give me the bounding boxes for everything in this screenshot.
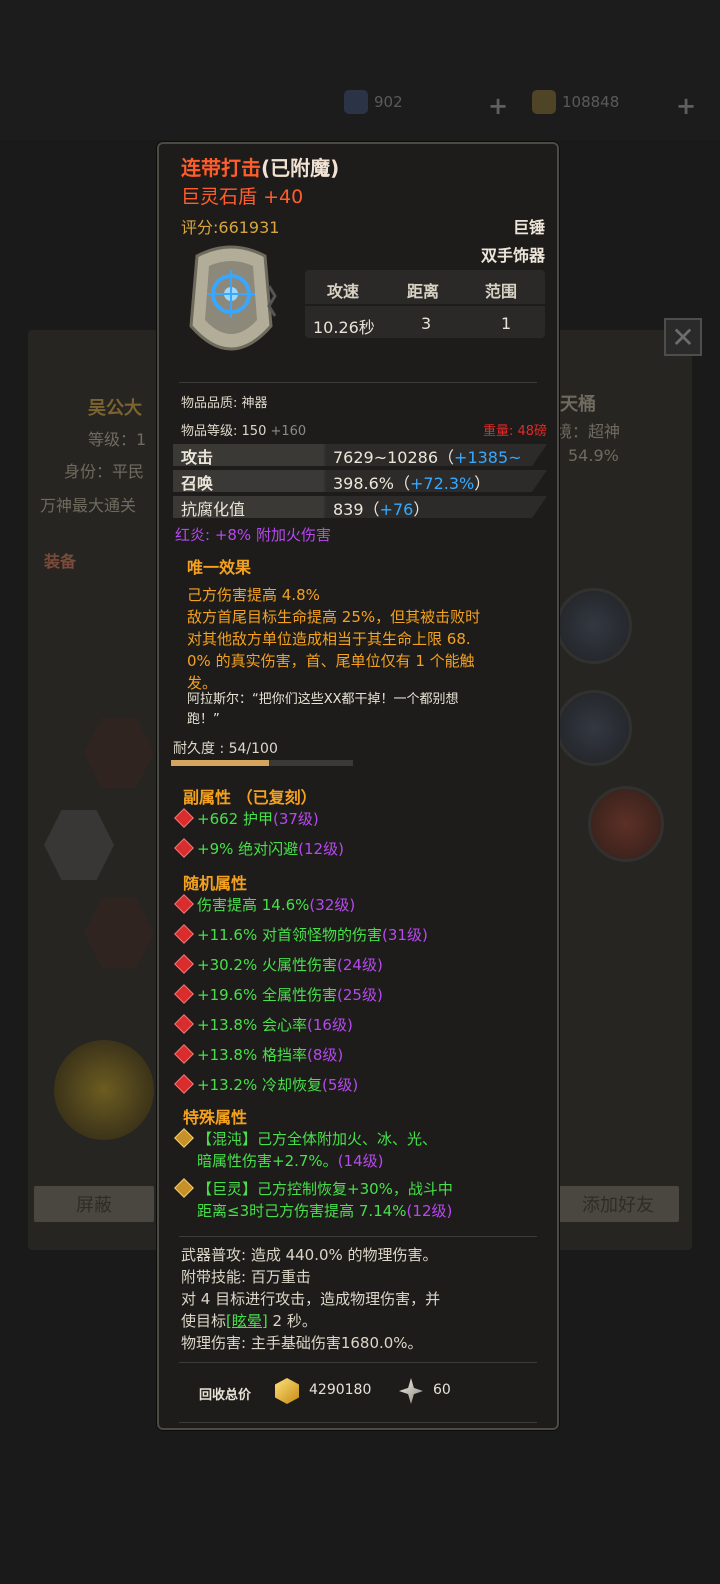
random-attr-row: +30.2% 火属性伤害(24级) — [174, 954, 383, 975]
player-identity: 身份：平民 — [64, 462, 145, 481]
item-quality: 物品品质: 神器 — [181, 396, 268, 411]
block-button[interactable]: 屏蔽 — [34, 1186, 154, 1222]
item-name: 巨灵石盾 +40 — [181, 186, 304, 208]
durability-label: 耐久度 : 54/100 — [173, 741, 278, 757]
shield-icon — [183, 236, 279, 376]
random-attr-row: 伤害提高 14.6%(32级) — [174, 894, 355, 915]
random-attr-title: 随机属性 — [183, 874, 248, 893]
special-attr-title: 特殊属性 — [183, 1108, 248, 1127]
white-crystal-icon — [399, 1378, 423, 1404]
special-attr-row: 【混沌】己方全体附加火、冰、光、 暗属性伤害+2.7%。(14级) — [174, 1128, 437, 1172]
sub-attr-title: 副属性 （已复刻） — [183, 788, 317, 807]
random-attr-row: +13.8% 格挡率(8级) — [174, 1044, 343, 1065]
realm-percent: 54.9% — [568, 446, 619, 465]
item-tooltip: 连带打击(已附魔) 巨灵石盾 +40 评分:661931 巨锤 双手饰器 攻速 … — [157, 142, 559, 1430]
recycle-label: 回收总价 — [199, 1388, 252, 1403]
durability-fill — [171, 760, 270, 766]
stun-link[interactable]: [眩晕] — [226, 1312, 268, 1330]
flavor-quote: 阿拉斯尔：“把你们这些XX都干掉！一个都别想 跑！” — [187, 692, 459, 727]
currency-gold: 108848 — [532, 90, 619, 114]
recycle-row: 回收总价 4290180 60 — [171, 1362, 543, 1420]
header-distance: 距离 — [407, 282, 440, 301]
gem-icon — [174, 954, 194, 974]
gem-icon — [174, 1178, 194, 1198]
gold-icon — [532, 90, 556, 114]
item-weight: 重量: 48磅 — [482, 424, 547, 439]
gem-icon — [174, 1014, 194, 1034]
unique-effect-text: 己方伤害提高 4.8% 敌方首尾目标生命提高 25%，但其被击败时 对其他敌方单… — [187, 586, 481, 692]
player-title: 万神最大通关 — [40, 496, 137, 515]
value-distance: 3 — [421, 314, 432, 333]
value-speed: 10.26秒 — [313, 318, 375, 337]
fire-bonus: 红炎: +8% 附加火伤害 — [175, 526, 331, 544]
sub-attr-row: +9% 绝对闪避(12级) — [174, 838, 344, 859]
guild-name: 天桶 — [560, 394, 596, 415]
sub-attr-row: +662 护甲(37级) — [174, 808, 319, 829]
player-level: 等级：1 — [88, 430, 147, 449]
durability-bar — [171, 760, 353, 766]
gem-icon — [174, 1074, 194, 1094]
value-range: 1 — [501, 314, 512, 333]
gem-icon — [174, 838, 194, 858]
random-attr-row: +13.8% 会心率(16级) — [174, 1014, 353, 1035]
add-gold-button[interactable]: + — [676, 92, 696, 120]
header-range: 范围 — [485, 282, 518, 301]
enchant-name: 连带打击(已附魔) — [181, 156, 340, 180]
random-attr-row: +19.6% 全属性伤害(25级) — [174, 984, 383, 1005]
top-bar — [0, 0, 720, 140]
item-slot: 双手饰器 — [480, 246, 545, 265]
divider — [179, 1422, 537, 1423]
divider — [179, 382, 537, 383]
currency-diamond: 902 — [344, 90, 403, 114]
item-score: 评分:661931 — [181, 218, 280, 237]
divider — [179, 1236, 537, 1237]
weapon-stat-table: 攻速 距离 范围 10.26秒 3 1 — [305, 270, 545, 338]
item-category: 巨锤 — [512, 218, 545, 237]
recycle-gold: 4290180 — [309, 1382, 372, 1398]
gem-icon — [174, 924, 194, 944]
random-attr-row: +11.6% 对首领怪物的伤害(31级) — [174, 924, 428, 945]
skill-icon-3[interactable] — [588, 786, 664, 862]
player-name: 吴公大 — [88, 398, 142, 419]
item-level: 物品等级: 150 +160 — [181, 424, 307, 439]
unique-effect-title: 唯一效果 — [187, 558, 252, 577]
gem-icon — [174, 984, 194, 1004]
skill-icon-2[interactable] — [556, 690, 632, 766]
pet-orb-icon[interactable] — [54, 1040, 154, 1140]
close-icon[interactable]: ✕ — [664, 318, 702, 356]
weapon-info: 武器普攻: 造成 440.0% 的物理伤害。 附带技能: 百万重击 对 4 目标… — [181, 1246, 441, 1352]
add-diamond-button[interactable]: + — [488, 92, 508, 120]
gem-icon — [174, 1044, 194, 1064]
realm-label: 境：超神 — [556, 422, 621, 441]
header-speed: 攻速 — [327, 282, 360, 301]
equip-label: 装备 — [44, 552, 77, 571]
gem-icon — [174, 894, 194, 914]
gold-crystal-icon — [275, 1378, 299, 1404]
gem-icon — [174, 808, 194, 828]
random-attr-row: +13.2% 冷却恢复(5级) — [174, 1074, 358, 1095]
skill-icon-1[interactable] — [556, 588, 632, 664]
special-attr-row: 【巨灵】己方控制恢复+30%，战斗中 距离≤3时己方伤害提高 7.14%(12级… — [174, 1178, 453, 1222]
diamond-icon — [344, 90, 368, 114]
table-divider — [305, 304, 545, 306]
recycle-crystal: 60 — [433, 1382, 451, 1398]
gem-icon — [174, 1128, 194, 1148]
add-friend-button[interactable]: 添加好友 — [557, 1186, 679, 1222]
